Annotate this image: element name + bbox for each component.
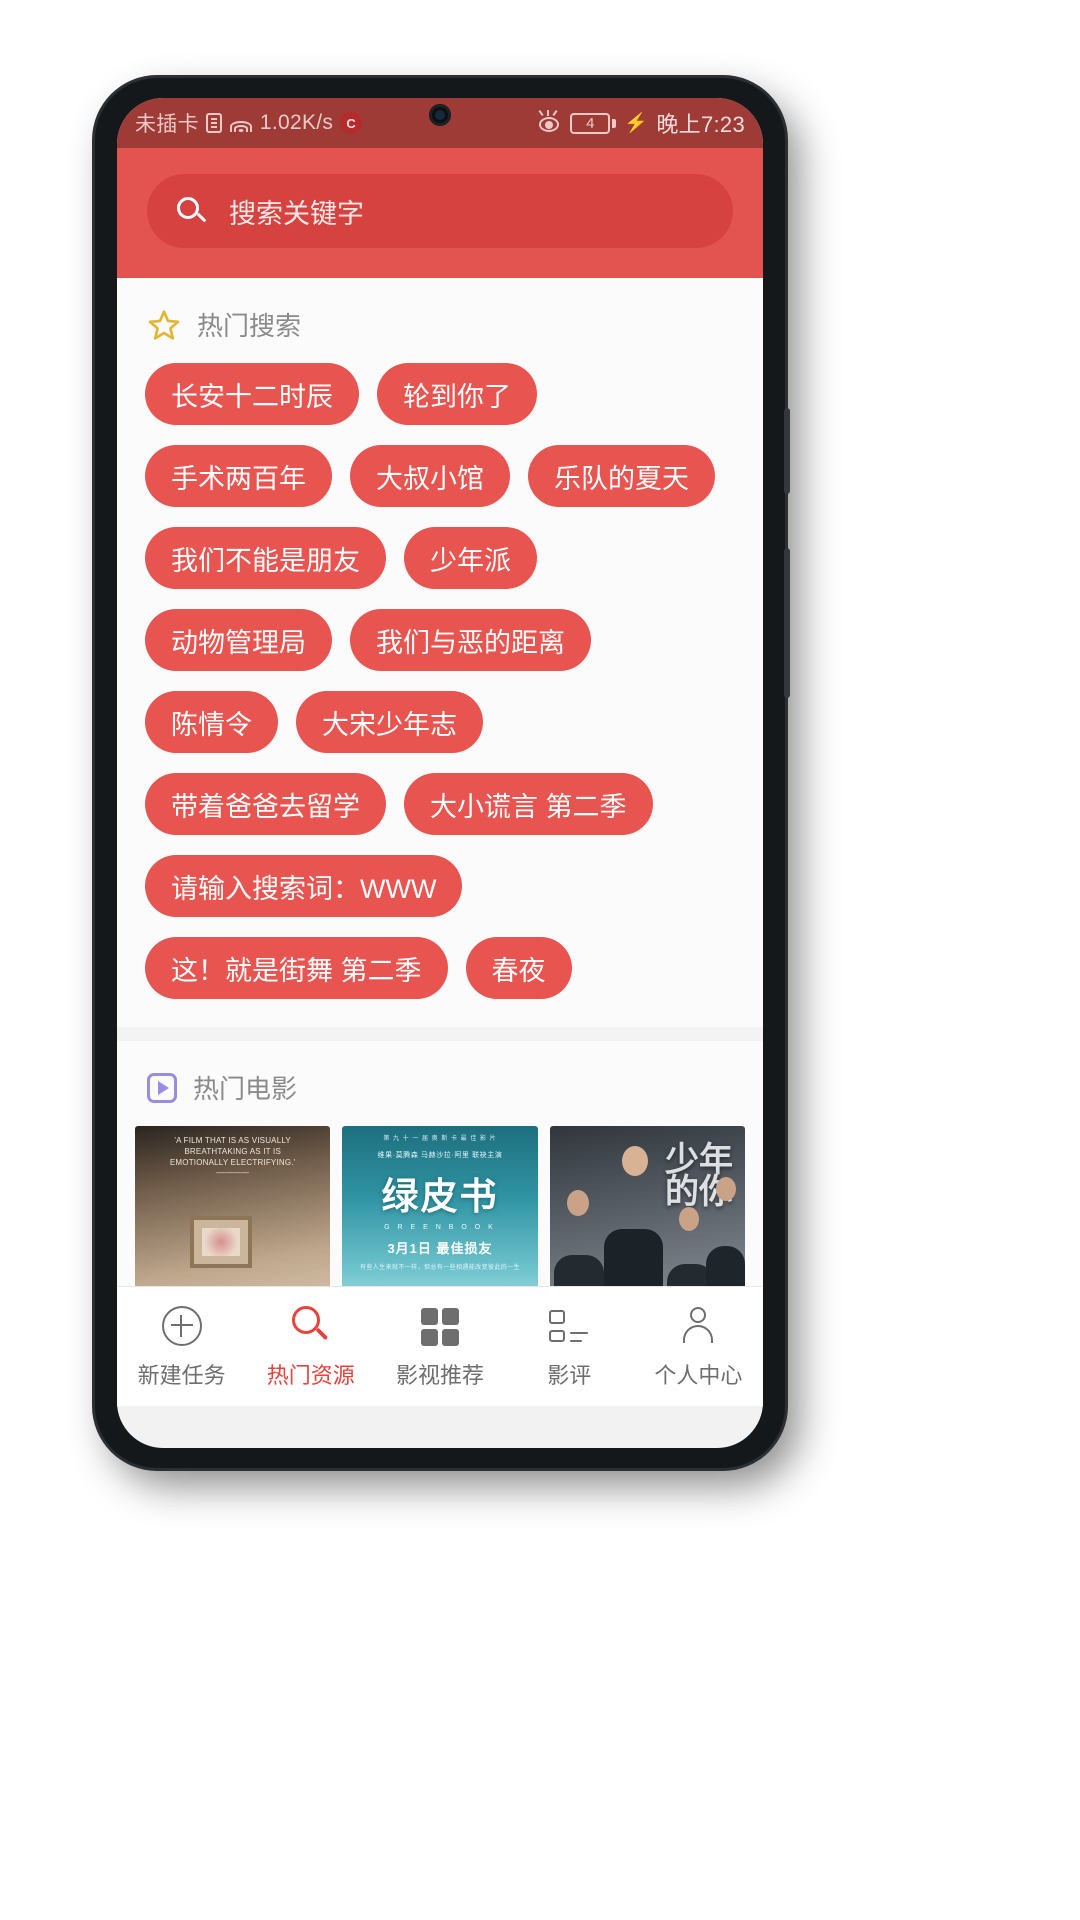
search-input[interactable]: 搜索关键字 [147, 174, 733, 248]
nav-item-label: 影评 [547, 1362, 592, 1388]
hot-search-tag[interactable]: 大小谎言 第二季 [404, 773, 653, 835]
nav-item-新建任务[interactable]: 新建任务 [117, 1287, 246, 1406]
poster-face-3 [678, 1207, 699, 1231]
hot-search-tag[interactable]: 请输入搜索词：WWW [145, 855, 463, 917]
nav-item-label: 新建任务 [137, 1362, 226, 1388]
plus-circle-icon [160, 1304, 204, 1348]
person-icon [676, 1304, 720, 1348]
hot-movies-header: 热门电影 [117, 1065, 763, 1106]
battery-level-label: 4 [570, 112, 611, 134]
nav-item-个人中心[interactable]: 个人中心 [634, 1287, 763, 1406]
hot-search-title: 热门搜索 [197, 311, 302, 341]
eye-care-icon [536, 109, 562, 133]
status-bar-right: 4 ⚡ 晚上7:23 [536, 107, 745, 139]
poster-face-2 [621, 1146, 648, 1176]
bottom-navigation-bar: 新建任务 热门资源 影视推荐 影评 个人中心 [117, 1286, 763, 1406]
nav-item-label: 个人中心 [654, 1362, 743, 1388]
hot-search-tag[interactable]: 我们不能是朋友 [145, 527, 386, 589]
hot-search-tag[interactable]: 带着爸爸去留学 [145, 773, 386, 835]
hot-search-tag[interactable]: 轮到你了 [377, 363, 537, 425]
hot-search-header: 热门搜索 [117, 302, 763, 343]
search-icon [177, 197, 207, 225]
star-icon [147, 309, 181, 341]
poster-title: 绿皮书 [381, 1176, 499, 1217]
hot-search-tag[interactable]: 大叔小馆 [350, 445, 510, 507]
hot-search-tag[interactable]: 这！就是街舞 第二季 [145, 937, 448, 999]
hot-search-tag-list: 长安十二时辰 轮到你了 手术两百年 大叔小馆 乐队的夏天我们不能是朋友 少年派动物管理局我… [117, 363, 763, 1009]
nav-item-影评[interactable]: 影评 [505, 1287, 634, 1406]
hot-search-tag[interactable]: 乐队的夏天 [528, 445, 715, 507]
hot-search-tag[interactable]: 我们与恶的距离 [350, 609, 591, 671]
hot-search-tag[interactable]: 春夜 [465, 937, 572, 999]
poster-tagline: 有些人生来就不一样，但总有一些相遇能改变彼此的一生 [359, 1265, 520, 1271]
front-camera [429, 104, 451, 126]
wifi-icon [229, 114, 253, 132]
battery-indicator: 4 [570, 112, 617, 134]
search-icon [289, 1304, 333, 1348]
app-badge-icon: C [340, 112, 363, 134]
hot-movies-title: 热门电影 [193, 1074, 298, 1104]
search-header: 搜索关键字 [117, 148, 763, 278]
network-speed-label: 1.02K/s [259, 111, 334, 134]
phone-screen: 未插卡 1.02K/s C 4 ⚡ 晚上7:23 搜索关键字 热门搜索 长安十二… [117, 98, 763, 1448]
nav-item-label: 热门资源 [266, 1362, 355, 1388]
power-button[interactable] [784, 408, 790, 494]
hot-search-tag[interactable]: 手术两百年 [145, 445, 332, 507]
hot-search-tag[interactable]: 长安十二时辰 [145, 363, 359, 425]
poster-quote-text: 'A FILM THAT IS AS VISUALLY BREATHTAKING… [169, 1136, 296, 1178]
clock-label: 晚上7:23 [656, 112, 745, 137]
poster-release-date: 3月1日 最佳损友 [387, 1241, 493, 1256]
search-placeholder: 搜索关键字 [229, 198, 364, 229]
carrier-label: 未插卡 [135, 113, 199, 136]
hot-search-section: 热门搜索 长安十二时辰 轮到你了 手术两百年 大叔小馆 乐队的夏天我们不能是朋友 少年派动… [117, 278, 763, 1027]
nav-item-热门资源[interactable]: 热门资源 [246, 1287, 375, 1406]
charging-bolt-icon: ⚡ [624, 112, 649, 134]
poster-subtitle: G R E E N B O O K [384, 1224, 496, 1231]
poster-cast: 维果·莫腾森 马赫沙拉·阿里 联袂主演 [377, 1152, 503, 1159]
poster-face-1 [567, 1190, 590, 1216]
hot-search-tag[interactable]: 少年派 [404, 527, 537, 589]
content-scroll-area[interactable]: 热门搜索 长安十二时辰 轮到你了 手术两百年 大叔小馆 乐队的夏天我们不能是朋友 少年派动… [117, 278, 763, 1406]
poster-picture-frame [189, 1216, 252, 1268]
play-box-icon [147, 1072, 177, 1103]
hot-search-tag[interactable]: 陈情令 [145, 691, 278, 753]
sim-card-icon [205, 113, 222, 133]
hot-search-tag[interactable]: 大宋少年志 [296, 691, 483, 753]
hot-search-tag[interactable]: 动物管理局 [145, 609, 332, 671]
status-bar-left: 未插卡 1.02K/s C [135, 108, 536, 138]
nav-item-影视推荐[interactable]: 影视推荐 [375, 1287, 504, 1406]
poster-face-4 [715, 1177, 736, 1201]
list-icon [547, 1304, 591, 1348]
poster-credits: 第 九 十 一 届 奥 斯 卡 最 佳 影 片 [383, 1136, 497, 1142]
grid-icon [418, 1304, 462, 1348]
phone-frame: 未插卡 1.02K/s C 4 ⚡ 晚上7:23 搜索关键字 热门搜索 长安十二… [95, 78, 790, 1468]
volume-button[interactable] [784, 548, 790, 698]
nav-item-label: 影视推荐 [396, 1362, 485, 1388]
